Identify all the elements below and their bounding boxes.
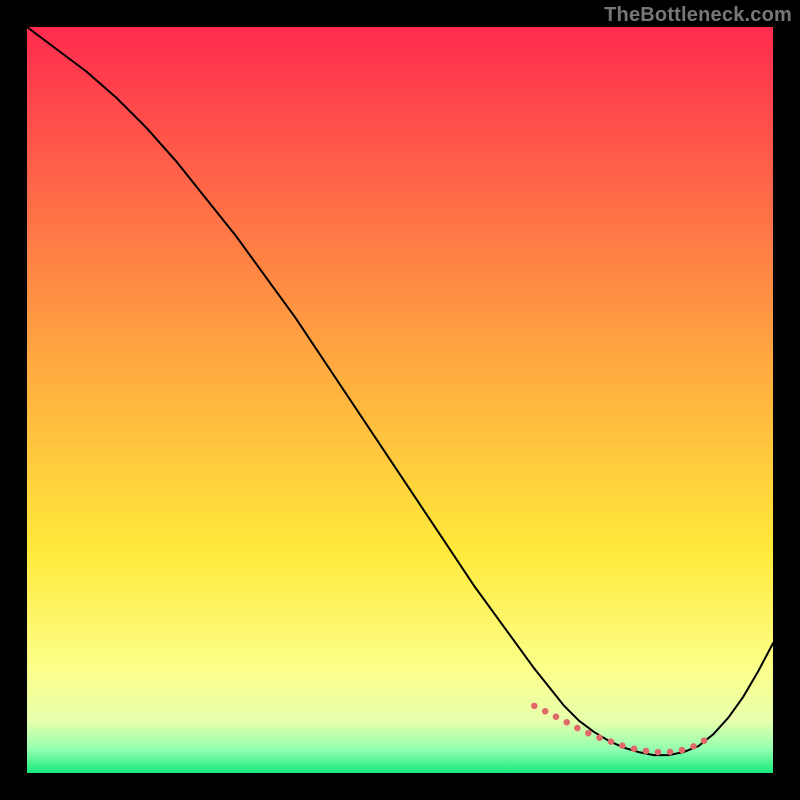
watermark-label: TheBottleneck.com [604,4,792,27]
chart-frame: TheBottleneck.com [0,0,800,800]
gradient-bg [27,27,773,773]
plot-svg [27,27,773,773]
plot-area [27,27,773,773]
